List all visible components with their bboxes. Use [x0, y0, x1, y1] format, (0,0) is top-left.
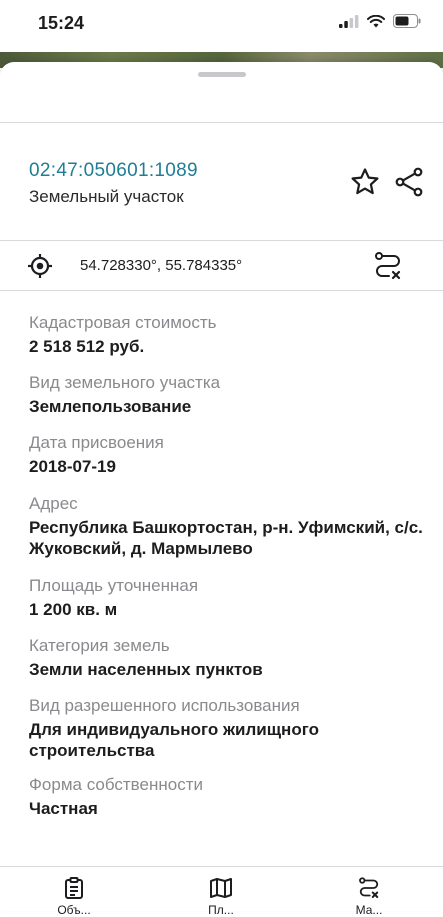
share-button[interactable] — [393, 166, 425, 198]
tab-bar: Объ... Пл... Ма... — [0, 866, 443, 917]
wifi-icon — [367, 14, 385, 27]
status-bar: 15:24 — [0, 0, 443, 52]
map-icon — [210, 878, 232, 898]
divider — [0, 240, 443, 241]
properties-list[interactable]: Кадастровая стоимость 2 518 512 руб. Вид… — [0, 290, 443, 872]
property-value: 1 200 кв. м — [29, 600, 118, 619]
tab-label: Объ... — [57, 903, 91, 917]
battery-icon — [393, 14, 421, 28]
clipboard-icon — [65, 877, 83, 899]
tab-label: Ма... — [355, 903, 383, 917]
sheet-grabber[interactable] — [198, 72, 246, 77]
star-icon — [351, 168, 379, 195]
property-value: 2018-07-19 — [29, 457, 116, 476]
object-type: Земельный участок — [29, 187, 184, 206]
tab-object[interactable]: Объ... — [14, 867, 134, 917]
coordinates-text[interactable]: 54.728330°, 55.784335° — [80, 257, 242, 274]
property-label: Адрес — [29, 494, 78, 513]
route-button[interactable] — [372, 250, 404, 282]
status-icons — [339, 14, 421, 28]
property-cadastral-value: Кадастровая стоимость 2 518 512 руб. — [29, 313, 429, 357]
property-land-type: Вид земельного участка Землепользование — [29, 373, 429, 417]
property-value: Республика Башкортостан, р-н. Уфимский, … — [29, 518, 423, 558]
property-label: Дата присвоения — [29, 433, 164, 452]
crosshair-icon — [28, 254, 52, 278]
property-label: Форма собственности — [29, 775, 203, 794]
tab-label: Пл... — [208, 903, 234, 917]
coordinates-row: 54.728330°, 55.784335° — [0, 242, 443, 290]
property-address: Адрес Республика Башкортостан, р-н. Уфим… — [29, 494, 429, 559]
locate-button[interactable] — [27, 253, 53, 279]
object-info-sheet: 02:47:050601:1089 Земельный участок 54.7… — [0, 62, 443, 910]
favorite-button[interactable] — [349, 166, 381, 198]
property-value: Земли населенных пунктов — [29, 660, 263, 679]
property-assignment-date: Дата присвоения 2018-07-19 — [29, 433, 429, 477]
property-ownership-form: Форма собственности Частная — [29, 775, 429, 819]
status-time: 15:24 — [38, 13, 85, 33]
cadastral-number[interactable]: 02:47:050601:1089 — [29, 160, 198, 182]
property-label: Кадастровая стоимость — [29, 313, 217, 332]
property-label: Категория земель — [29, 636, 170, 655]
property-area: Площадь уточненная 1 200 кв. м — [29, 576, 429, 620]
property-value: 2 518 512 руб. — [29, 337, 145, 356]
route-icon — [375, 252, 401, 280]
property-label: Вид разрешенного использования — [29, 696, 300, 715]
property-label: Площадь уточненная — [29, 576, 199, 595]
route-icon — [359, 877, 379, 898]
property-value: Частная — [29, 799, 98, 818]
signal-icon — [339, 14, 359, 28]
tab-map[interactable]: Пл... — [161, 867, 281, 917]
share-icon — [395, 167, 423, 197]
property-land-category: Категория земель Земли населенных пункто… — [29, 636, 429, 680]
divider — [0, 122, 443, 123]
property-value: Для индивидуального жилищного строительс… — [29, 720, 319, 760]
property-value: Землепользование — [29, 397, 192, 416]
property-permitted-use: Вид разрешенного использования Для индив… — [29, 696, 429, 761]
tab-route[interactable]: Ма... — [309, 867, 429, 917]
property-label: Вид земельного участка — [29, 373, 221, 392]
